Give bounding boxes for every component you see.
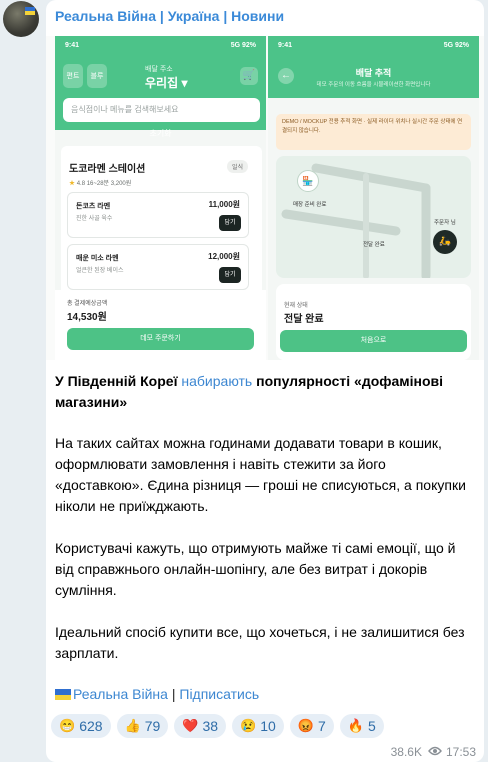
reaction-thumbs-up[interactable]: 👍 79 <box>116 714 169 738</box>
delivery-address-label: 배달 주소 <box>145 66 173 73</box>
status-label: 현재 상태 <box>284 303 308 309</box>
status-time: 9:41 <box>65 42 80 49</box>
ukraine-flag-icon <box>55 689 71 700</box>
menu-item: 돈코츠 라멘 진한 사골 육수 11,000원 담기 <box>67 192 249 238</box>
grin-emoji-icon: 😁 <box>59 718 76 733</box>
post-headline: У Південній Кореї набирають популярності… <box>55 373 444 410</box>
search-input: 음식점이나 메뉴를 검색해보세요 <box>63 98 260 122</box>
reaction-count: 10 <box>260 718 276 734</box>
ukraine-flag-icon <box>25 7 35 15</box>
menu-item: 매운 미소 라멘 얼큰한 된장 베이스 12,000원 담기 <box>67 244 249 290</box>
thumbs-up-emoji-icon: 👍 <box>124 718 141 733</box>
crying-emoji-icon: 😢 <box>240 718 257 733</box>
demo-order-button: 데모 주문하기 <box>67 328 254 350</box>
store-name: 도코라멘 스테이션 <box>69 164 146 175</box>
tab-blue: 블루 <box>87 64 107 88</box>
reset-label: 초기화 <box>149 129 172 138</box>
channel-title[interactable]: Реальна Війна | Україна | Новини <box>55 8 284 24</box>
tracking-map: 🏪 매장 준비 완료 전달 완료 주문자 님 🛵 <box>276 156 471 278</box>
reaction-count: 628 <box>79 718 103 734</box>
message-time: 17:53 <box>445 745 476 759</box>
tracking-screen: 9:41 5G 92% ← 배달 추적 데모 주문의 이동 흐름을 시뮬레이션한… <box>268 36 479 360</box>
status-indicators: 5G 92% <box>230 42 256 49</box>
store-meta: ★ 4.8 16~28분 3,200원 <box>69 181 132 187</box>
subscribe-link[interactable]: Підписатись <box>179 686 259 702</box>
reaction-fire[interactable]: 🔥 5 <box>339 714 384 738</box>
heart-emoji-icon: ❤️ <box>182 718 199 733</box>
menu-item-price: 12,000원 <box>208 252 240 261</box>
cart-icon: 🛒 <box>240 67 258 85</box>
menu-item-name: 매운 미소 라멘 <box>76 255 119 262</box>
total-label: 총 결제예상금액 <box>67 301 108 307</box>
reaction-crying[interactable]: 😢 10 <box>232 714 284 738</box>
view-count: 38.6K <box>390 745 422 759</box>
rider-icon: 🛵 <box>433 230 457 254</box>
map-label-customer: 주문자 님 <box>434 220 456 226</box>
add-button: 담기 <box>219 267 241 283</box>
menu-item-desc: 얼큰한 된장 베이스 <box>76 268 124 274</box>
reaction-angry[interactable]: 😡 7 <box>289 714 334 738</box>
map-label-delivered: 전달 완료 <box>363 242 385 248</box>
reaction-count: 38 <box>202 718 219 734</box>
message-footer: 38.6K 17:53 <box>391 745 476 759</box>
restart-button: 처음으로 <box>280 330 467 352</box>
headline-link[interactable]: набирають <box>181 373 252 389</box>
tab-pent: 편트 <box>63 64 83 88</box>
status-bar: 9:41 5G 92% <box>268 40 479 54</box>
status-time: 9:41 <box>278 42 293 49</box>
post-paragraph: На таких сайтах можна годинами додавати … <box>55 435 466 514</box>
total-value: 14,530원 <box>67 312 107 323</box>
status-indicators: 5G 92% <box>443 42 469 49</box>
delivery-address: 우리집 ▾ <box>145 76 188 90</box>
status-value: 전달 완료 <box>284 314 324 325</box>
star-icon: ★ <box>69 181 76 187</box>
add-button: 담기 <box>219 215 241 231</box>
angry-emoji-icon: 😡 <box>297 718 315 733</box>
eye-icon <box>428 745 442 759</box>
chevron-down-icon: ▾ <box>181 76 188 90</box>
post-image[interactable]: 9:41 5G 92% 편트 블루 배달 주소 우리집 ▾ 🛒 음식점이나 메뉴… <box>46 36 484 360</box>
reaction-count: 7 <box>318 718 326 734</box>
store-pin-icon: 🏪 <box>297 170 319 192</box>
map-label-store: 매장 준비 완료 <box>293 202 327 208</box>
menu-item-desc: 진한 사골 육수 <box>76 216 113 222</box>
reaction-count: 79 <box>144 718 161 734</box>
reactions-bar: 😁 628 👍 79 ❤️ 38 😢 10 😡 7 🔥 5 <box>51 714 384 738</box>
menu-item-name: 돈코츠 라멘 <box>76 203 111 210</box>
demo-notice: DEMO / MOCKUP 전용 추적 화면 · 실제 라이더 위치나 실시간 … <box>276 114 471 150</box>
reaction-count: 5 <box>368 718 376 734</box>
menu-item-price: 11,000원 <box>208 200 240 209</box>
fire-emoji-icon: 🔥 <box>347 718 365 733</box>
reaction-grin[interactable]: 😁 628 <box>51 714 111 738</box>
status-bar: 9:41 5G 92% <box>55 40 266 54</box>
signature-channel-link[interactable]: Реальна Війна <box>73 686 168 702</box>
reaction-heart[interactable]: ❤️ 38 <box>174 714 227 738</box>
channel-avatar[interactable] <box>3 1 39 37</box>
tracking-title: 배달 추적 <box>355 68 392 78</box>
post-paragraph: Ідеальний спосіб купити все, що хочеться… <box>55 624 465 661</box>
tracking-subtitle: 데모 주문의 이동 흐름을 시뮬레이션한 화면입니다 <box>316 82 431 88</box>
post-paragraph: Користувачі кажуть, що отримують майже т… <box>55 540 456 598</box>
store-badge: 일식 <box>227 160 249 173</box>
post-signature: Реальна Війна | Підписатись <box>55 686 259 702</box>
signature-separator: | <box>167 686 180 702</box>
order-screen: 9:41 5G 92% 편트 블루 배달 주소 우리집 ▾ 🛒 음식점이나 메뉴… <box>55 36 266 360</box>
